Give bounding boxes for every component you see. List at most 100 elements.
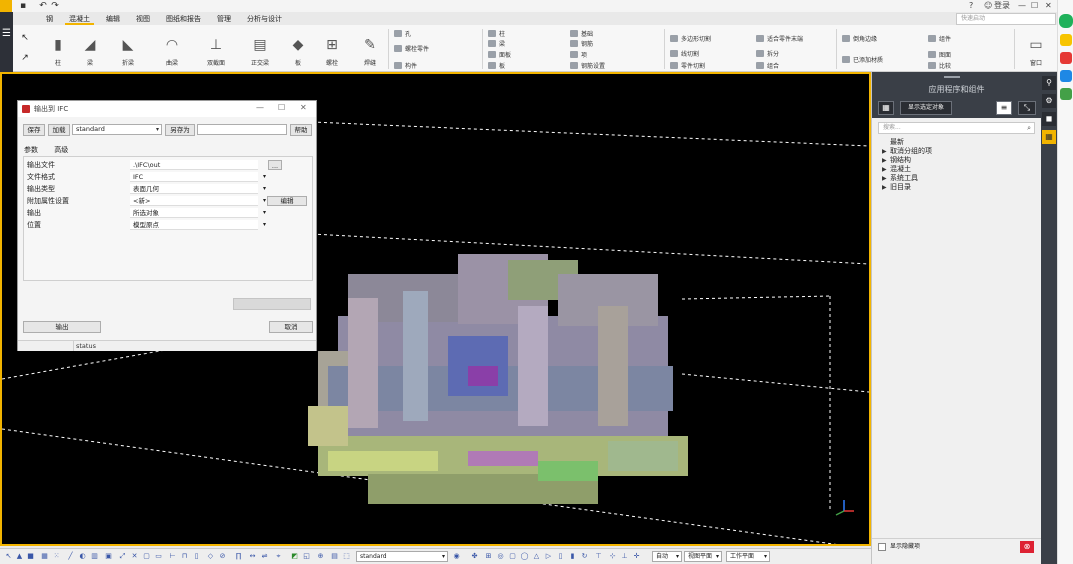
- split-tool[interactable]: 拆分: [756, 50, 779, 59]
- catalog-item-concrete[interactable]: ▶ 混凝土: [882, 165, 1041, 174]
- tab-concrete[interactable]: 混凝土: [61, 13, 98, 25]
- catalog-item-ungrouped[interactable]: ▶ 取消分组的项: [882, 147, 1041, 156]
- weld-tool-button[interactable]: ✎ 焊缝: [352, 34, 388, 72]
- show-hidden-checkbox[interactable]: [878, 543, 886, 551]
- catalog-item-steel[interactable]: ▶ 钢结构: [882, 156, 1041, 165]
- tab-manage[interactable]: 管理: [209, 13, 239, 25]
- tab-view[interactable]: 视图: [128, 13, 158, 25]
- panel-drag-handle[interactable]: [944, 76, 960, 78]
- combine-tool[interactable]: 组合: [756, 62, 779, 71]
- app-badge-icon[interactable]: [1059, 14, 1073, 28]
- select-line-tool-icon[interactable]: ⊥: [620, 552, 629, 561]
- property-sets-select[interactable]: <新> ▾: [130, 196, 266, 206]
- orthogonal-beam-tool-button[interactable]: ▤ 正交梁: [242, 34, 278, 72]
- tab-steel[interactable]: 钢: [38, 13, 61, 25]
- grid-view-icon[interactable]: ▦: [878, 101, 894, 115]
- components-tool[interactable]: 组件: [928, 35, 951, 44]
- select-face-icon[interactable]: ▮: [568, 552, 577, 561]
- output-file-input[interactable]: .\IFC\out: [130, 160, 258, 170]
- view-depth-icon[interactable]: ⬚: [342, 552, 351, 561]
- snap-perpendicular-icon[interactable]: ⊢: [168, 552, 177, 561]
- load-settings-button[interactable]: 加载: [48, 124, 70, 136]
- hole-tool[interactable]: 孔: [394, 30, 411, 39]
- ortho-icon[interactable]: ◩: [290, 552, 299, 561]
- column-tool-button[interactable]: ▮ 柱: [40, 34, 76, 72]
- select-circle-icon[interactable]: ◯: [520, 552, 529, 561]
- dialog-minimize-button[interactable]: —: [256, 103, 264, 112]
- panel-tool[interactable]: 面板: [488, 51, 511, 60]
- snap-intersection-icon[interactable]: ▭: [154, 552, 163, 561]
- hamburger-icon[interactable]: ☰: [0, 28, 13, 39]
- select-in-view-icon[interactable]: ◎: [496, 552, 505, 561]
- filter-settings-icon[interactable]: ◉: [452, 552, 461, 561]
- dialog-maximize-button[interactable]: ☐: [278, 103, 285, 112]
- drag-icon[interactable]: ⊕: [316, 552, 325, 561]
- catalog-item-system-tools[interactable]: ▶ 系统工具: [882, 174, 1041, 183]
- quick-launch-input[interactable]: 快速启动: [956, 13, 1056, 25]
- tab-parameters[interactable]: 参数: [24, 146, 38, 154]
- selection-filter-select[interactable]: standard ▾: [356, 551, 448, 562]
- catalog-item-old-catalog[interactable]: ▶ 旧目录: [882, 183, 1041, 192]
- chamfer-edges-tool[interactable]: 倒角边缘: [842, 35, 877, 44]
- select-object-icon[interactable]: ✤: [470, 552, 479, 561]
- sidebar-app-icon[interactable]: [1060, 88, 1072, 100]
- compare-tool[interactable]: 比较: [928, 62, 951, 71]
- tab-edit[interactable]: 编辑: [98, 13, 128, 25]
- catalog-item-recent[interactable]: 最新: [882, 138, 1041, 147]
- user-icon[interactable]: ☺: [984, 1, 992, 11]
- snap-line-icon[interactable]: ⊓: [180, 552, 189, 561]
- select-surface-icon[interactable]: ■: [26, 552, 35, 561]
- plate-tool-button[interactable]: ◆ 板: [280, 34, 316, 72]
- concrete-column-tool[interactable]: 柱: [488, 30, 505, 39]
- curved-beam-tool-button[interactable]: ◠ 曲梁: [154, 34, 190, 72]
- select-line-icon[interactable]: ╱: [66, 552, 75, 561]
- select-measure-icon[interactable]: ⊤: [594, 552, 603, 561]
- cancel-button[interactable]: 取消: [269, 321, 313, 333]
- select-rebar-icon[interactable]: ▥: [90, 552, 99, 561]
- export-type-select[interactable]: 表面几何 ▾: [130, 184, 266, 194]
- snap-center-icon[interactable]: ▢: [142, 552, 151, 561]
- select-triangle-icon[interactable]: △: [532, 552, 541, 561]
- help-button[interactable]: 帮助: [290, 124, 312, 136]
- location-select[interactable]: 模型原点 ▾: [130, 220, 266, 230]
- properties-icon[interactable]: ⚲: [1042, 76, 1056, 90]
- bolt-tool-button[interactable]: ⊞ 螺栓: [314, 34, 350, 72]
- close-window-button[interactable]: ✕: [1045, 1, 1052, 11]
- added-material-tool[interactable]: 已添加材质: [842, 56, 883, 65]
- concrete-beam-tool[interactable]: 梁: [488, 40, 505, 49]
- work-plane-select[interactable]: 工作平面 ▾: [726, 551, 770, 562]
- window-button[interactable]: ▭ 窗口: [1018, 34, 1054, 72]
- select-rotate-icon[interactable]: ↻: [580, 552, 589, 561]
- bolt-part-tool[interactable]: 螺栓零件: [394, 45, 429, 54]
- work-area-icon[interactable]: ▤: [330, 552, 339, 561]
- snap-pointer-icon[interactable]: ↗: [14, 48, 36, 68]
- fit-part-end-tool[interactable]: 适合零件末端: [756, 35, 803, 44]
- select-assembly-icon[interactable]: ▣: [104, 552, 113, 561]
- snap-edge-icon[interactable]: ▯: [192, 552, 201, 561]
- tab-advanced[interactable]: 高级: [54, 146, 68, 154]
- catalog-search-input[interactable]: 搜索... ⌕: [878, 122, 1035, 134]
- collapse-icon[interactable]: ⤡: [1018, 101, 1036, 115]
- save-settings-button[interactable]: 保存: [23, 124, 45, 136]
- select-grid-icon[interactable]: ▦: [40, 552, 49, 561]
- model-cube-icon[interactable]: ◼: [1042, 112, 1056, 126]
- snap-end-icon[interactable]: ⤢: [118, 552, 127, 561]
- beam-tool-button[interactable]: ◢ 梁: [72, 34, 108, 72]
- save-as-name-input[interactable]: [197, 124, 287, 135]
- tab-drawings-reports[interactable]: 图纸和报告: [158, 13, 209, 25]
- file-format-select[interactable]: IFC ▾: [130, 172, 266, 182]
- minimize-button[interactable]: —: [1018, 1, 1026, 11]
- snap-nearest-icon[interactable]: ◇: [206, 552, 215, 561]
- save-icon[interactable]: ▪: [18, 1, 28, 11]
- preset-select[interactable]: standard ▾: [72, 124, 162, 135]
- sidebar-app-icon[interactable]: [1060, 52, 1072, 64]
- redo-icon[interactable]: ↷: [50, 1, 60, 11]
- show-selected-button[interactable]: 显示选定对象: [900, 101, 952, 115]
- select-in-model-icon[interactable]: ⊞: [484, 552, 493, 561]
- footing-tool[interactable]: 基础: [570, 30, 593, 39]
- select-points-icon[interactable]: ⁙: [52, 552, 61, 561]
- select-edge-icon[interactable]: ▯: [556, 552, 565, 561]
- polybeam-tool-button[interactable]: ◣ 折梁: [110, 34, 146, 72]
- snap-extension-icon[interactable]: ↔: [248, 552, 257, 561]
- snap-geometry-icon[interactable]: ∏: [234, 552, 243, 561]
